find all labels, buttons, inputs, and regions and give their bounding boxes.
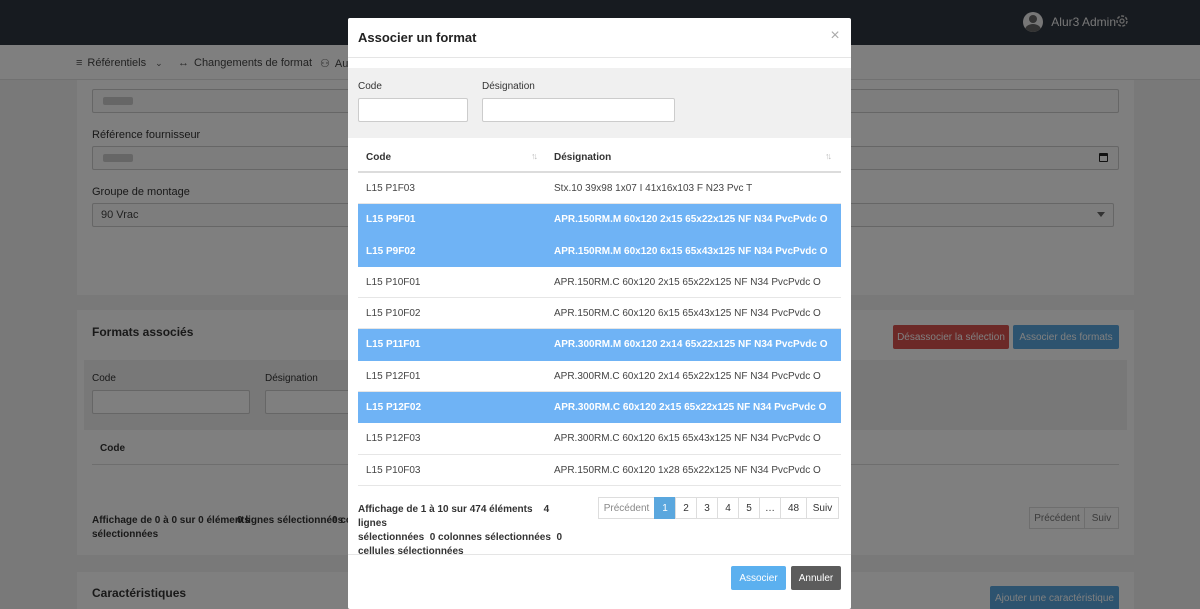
associate-button[interactable]: Associer xyxy=(731,566,786,590)
col-header-code[interactable]: Code xyxy=(366,152,391,163)
associate-format-modal: Associer un format × Code Désignation Co… xyxy=(348,18,851,609)
modal-header: Associer un format × xyxy=(348,18,851,58)
modal-footer: Associer Annuler xyxy=(348,554,851,609)
cell-designation: APR.150RM.C 60x120 6x15 65x43x125 NF N34… xyxy=(554,308,821,320)
table-row[interactable]: L15 P12F02 APR.300RM.C 60x120 2x15 65x22x… xyxy=(358,392,841,424)
cell-designation: APR.150RM.M 60x120 6x15 65x43x125 NF N34… xyxy=(554,245,828,257)
close-icon[interactable]: × xyxy=(827,28,843,44)
cell-code: L15 P1F03 xyxy=(366,183,415,194)
sort-icon[interactable]: ↑↓ xyxy=(825,151,832,161)
cell-designation: APR.300RM.C 60x120 2x15 65x22x125 NF N34… xyxy=(554,402,827,414)
page-button[interactable]: 48 xyxy=(780,497,807,519)
modal-filters: Code Désignation xyxy=(348,68,851,138)
cell-designation: APR.300RM.C 60x120 2x14 65x22x125 NF N34… xyxy=(554,370,821,382)
prev-page-button[interactable]: Précédent xyxy=(598,497,655,519)
page-button[interactable]: 1 xyxy=(654,497,676,519)
table-header: Code ↑↓ Désignation ↑↓ xyxy=(358,142,841,173)
cell-designation: Stx.10 39x98 1x07 I 41x16x103 F N23 Pvc … xyxy=(554,183,753,194)
cancel-button[interactable]: Annuler xyxy=(791,566,841,590)
table-row[interactable]: L15 P1F03 Stx.10 39x98 1x07 I 41x16x103 F… xyxy=(358,173,841,205)
cell-designation: APR.150RM.C 60x120 1x28 65x22x125 NF N34… xyxy=(554,464,821,476)
table-row[interactable]: L15 P11F01 APR.300RM.M 60x120 2x14 65x22x… xyxy=(358,329,841,361)
formats-table: Code ↑↓ Désignation ↑↓ L15 P1F03 Stx.10 3… xyxy=(358,142,841,486)
cell-code: L15 P9F01 xyxy=(366,214,416,226)
modal-title: Associer un format xyxy=(358,30,477,45)
modal-filter-code-input[interactable] xyxy=(358,98,468,122)
cell-code: L15 P11F01 xyxy=(366,339,421,351)
cell-designation: APR.300RM.M 60x120 2x14 65x22x125 NF N34… xyxy=(554,339,828,351)
cell-code: L15 P12F03 xyxy=(366,433,421,445)
pagination: Précédent 1 2 3 4 5… 48 Suiv xyxy=(598,497,839,519)
cell-code: L15 P12F01 xyxy=(366,370,421,382)
next-page-button[interactable]: Suiv xyxy=(806,497,839,519)
cell-designation: APR.150RM.C 60x120 2x15 65x22x125 NF N34… xyxy=(554,276,821,288)
modal-filter-designation-input[interactable] xyxy=(482,98,675,122)
table-info: Affichage de 1 à 10 sur 474 éléments 4 l… xyxy=(358,504,563,557)
modal-filter-designation-label: Désignation xyxy=(482,81,535,92)
table-row[interactable]: L15 P12F01 APR.300RM.C 60x120 2x14 65x22x… xyxy=(358,361,841,393)
cell-code: L15 P12F02 xyxy=(366,402,422,414)
cell-code: L15 P10F01 xyxy=(366,276,421,288)
table-row[interactable]: L15 P12F03 APR.300RM.C 60x120 6x15 65x43x… xyxy=(358,423,841,455)
page-button[interactable]: 3 xyxy=(696,497,718,519)
col-header-designation[interactable]: Désignation xyxy=(554,152,611,163)
table-row[interactable]: L15 P9F02 APR.150RM.M 60x120 6x15 65x43x1… xyxy=(358,235,841,267)
table-row[interactable]: L15 P10F03 APR.150RM.C 60x120 1x28 65x22x… xyxy=(358,455,841,486)
table-body: L15 P1F03 Stx.10 39x98 1x07 I 41x16x103 F… xyxy=(358,173,841,486)
table-row[interactable]: L15 P9F01 APR.150RM.M 60x120 2x15 65x22x1… xyxy=(358,204,841,236)
cell-code: L15 P10F03 xyxy=(366,464,421,476)
cell-code: L15 P9F02 xyxy=(366,245,416,257)
page-button[interactable]: 2 xyxy=(675,497,697,519)
table-row[interactable]: L15 P10F01 APR.150RM.C 60x120 2x15 65x22x… xyxy=(358,267,841,299)
page-button[interactable]: 5 xyxy=(738,497,760,519)
page-button[interactable]: 4 xyxy=(717,497,739,519)
page-button: … xyxy=(759,497,781,519)
sort-icon[interactable]: ↑↓ xyxy=(531,151,538,161)
cell-designation: APR.150RM.M 60x120 2x15 65x22x125 NF N34… xyxy=(554,214,828,226)
cell-code: L15 P10F02 xyxy=(366,308,421,320)
modal-filter-code-label: Code xyxy=(358,81,382,92)
table-row[interactable]: L15 P10F02 APR.150RM.C 60x120 6x15 65x43x… xyxy=(358,298,841,330)
cell-designation: APR.300RM.C 60x120 6x15 65x43x125 NF N34… xyxy=(554,433,821,445)
